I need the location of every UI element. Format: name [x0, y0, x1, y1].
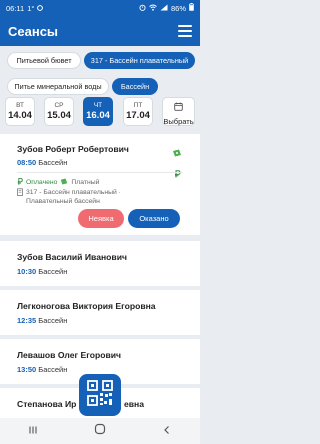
session-time-value: 12:35 — [17, 316, 37, 325]
session-procedure: Бассейн — [38, 158, 68, 167]
day-weekday: ПТ — [133, 102, 143, 109]
wifi-icon — [149, 4, 157, 13]
session-procedure: Бассейн — [38, 365, 68, 374]
room-type: Плавательный бассейн — [26, 198, 100, 205]
day-weekday: СР — [54, 102, 64, 109]
day-fri[interactable]: ПТ 17.04 — [123, 97, 153, 126]
home-icon[interactable] — [94, 422, 106, 440]
day-tue[interactable]: ВТ 14.04 — [5, 97, 35, 126]
session-time-value: 13:50 — [17, 365, 37, 374]
session-procedure: Бассейн — [38, 316, 68, 325]
payment-status: Оплачено — [26, 179, 58, 186]
status-time: 06:11 — [6, 3, 25, 13]
session-card[interactable]: Зубов Василий Иванович 10:30 Бассейн — [0, 241, 200, 286]
filter-chip-label: Питьевой бювет — [16, 56, 72, 65]
recent-apps-icon[interactable] — [28, 422, 38, 440]
filter-chip-pool-317[interactable]: 317 - Бассейн плавательный — [84, 52, 195, 69]
day-date: 15.04 — [47, 110, 71, 121]
ruble-icon — [17, 178, 23, 187]
ruble-icon — [174, 165, 181, 183]
card-divider — [17, 172, 183, 173]
session-time: 08:50 Бассейн — [17, 158, 67, 167]
day-weekday: ЧТ — [93, 102, 103, 109]
ticket-icon — [60, 178, 68, 187]
calendar-icon — [174, 98, 183, 116]
status-icons — [172, 144, 182, 183]
qr-scan-button[interactable] — [79, 374, 121, 416]
app-bar: Сеансы — [0, 16, 200, 46]
filter-chip-label: 317 - Бассейн плавательный — [90, 56, 189, 65]
day-selector: ВТ 14.04 СР 15.04 ЧТ 16.04 ПТ 17.04 Выбр… — [0, 97, 200, 127]
date-picker-button[interactable]: Выбрать — [162, 97, 195, 126]
system-nav-bar — [0, 418, 200, 444]
battery-icon — [189, 3, 194, 13]
room-name: 317 - Бассейн плавательный · — [26, 189, 121, 196]
day-date: 16.04 — [86, 110, 110, 121]
session-card[interactable]: Легконогова Виктория Егоровна 12:35 Басс… — [0, 290, 200, 335]
client-name: Легконогова Виктория Егоровна — [17, 301, 156, 311]
filter-chip-label: Питье минеральной воды — [14, 82, 102, 91]
filter-chip-drinking-pump-room[interactable]: Питьевой бювет — [7, 52, 81, 69]
hamburger-menu-icon[interactable] — [178, 25, 192, 37]
notification-icon — [37, 4, 44, 13]
day-weekday: ВТ — [16, 102, 24, 109]
date-picker-label: Выбрать — [163, 116, 194, 126]
status-indicator: 1° — [27, 3, 35, 13]
day-date: 17.04 — [126, 110, 150, 121]
room-row: 317 - Бассейн плавательный · Плавательны… — [17, 188, 121, 206]
filter-chip-label: Бассейн — [120, 82, 150, 91]
page-title: Сеансы — [8, 23, 59, 39]
session-card[interactable]: Зубов Роберт Робертович 08:50 Бассейн Оп… — [0, 134, 200, 235]
filter-chip-pool[interactable]: Бассейн — [112, 78, 158, 95]
session-time: 12:35 Бассейн — [17, 316, 67, 325]
client-name: Зубов Василий Иванович — [17, 252, 127, 262]
session-time: 13:50 Бассейн — [17, 365, 67, 374]
completed-button[interactable]: Оказано — [128, 209, 180, 228]
session-time: 10:30 Бассейн — [17, 267, 67, 276]
payment-row: Оплачено Платный — [17, 178, 99, 187]
status-bar: 06:11 1° 86% — [0, 0, 200, 16]
client-name: Левашов Олег Егорович — [17, 350, 122, 360]
payment-type: Платный — [71, 179, 100, 186]
alarm-icon — [139, 4, 146, 13]
session-procedure: Бассейн — [38, 267, 68, 276]
day-thu[interactable]: ЧТ 16.04 — [83, 97, 113, 126]
ticket-icon — [172, 144, 182, 162]
client-name: Степанова Ир — [17, 399, 77, 409]
battery-value: 86% — [170, 3, 186, 13]
day-wed[interactable]: СР 15.04 — [44, 97, 74, 126]
no-show-button[interactable]: Неявка — [78, 209, 124, 228]
qr-code-icon — [87, 379, 113, 411]
signal-icon — [160, 4, 168, 13]
day-date: 14.04 — [8, 110, 32, 121]
filter-chip-mineral-water[interactable]: Питье минеральной воды — [7, 78, 109, 95]
client-name-tail: евна — [124, 399, 145, 409]
session-time-value: 10:30 — [17, 267, 37, 276]
filter-chips: Питьевой бювет 317 - Бассейн плавательны… — [0, 46, 200, 98]
back-icon[interactable] — [162, 422, 172, 440]
building-icon — [17, 188, 23, 206]
client-name: Зубов Роберт Робертович — [17, 144, 129, 154]
session-time-value: 08:50 — [17, 158, 37, 167]
